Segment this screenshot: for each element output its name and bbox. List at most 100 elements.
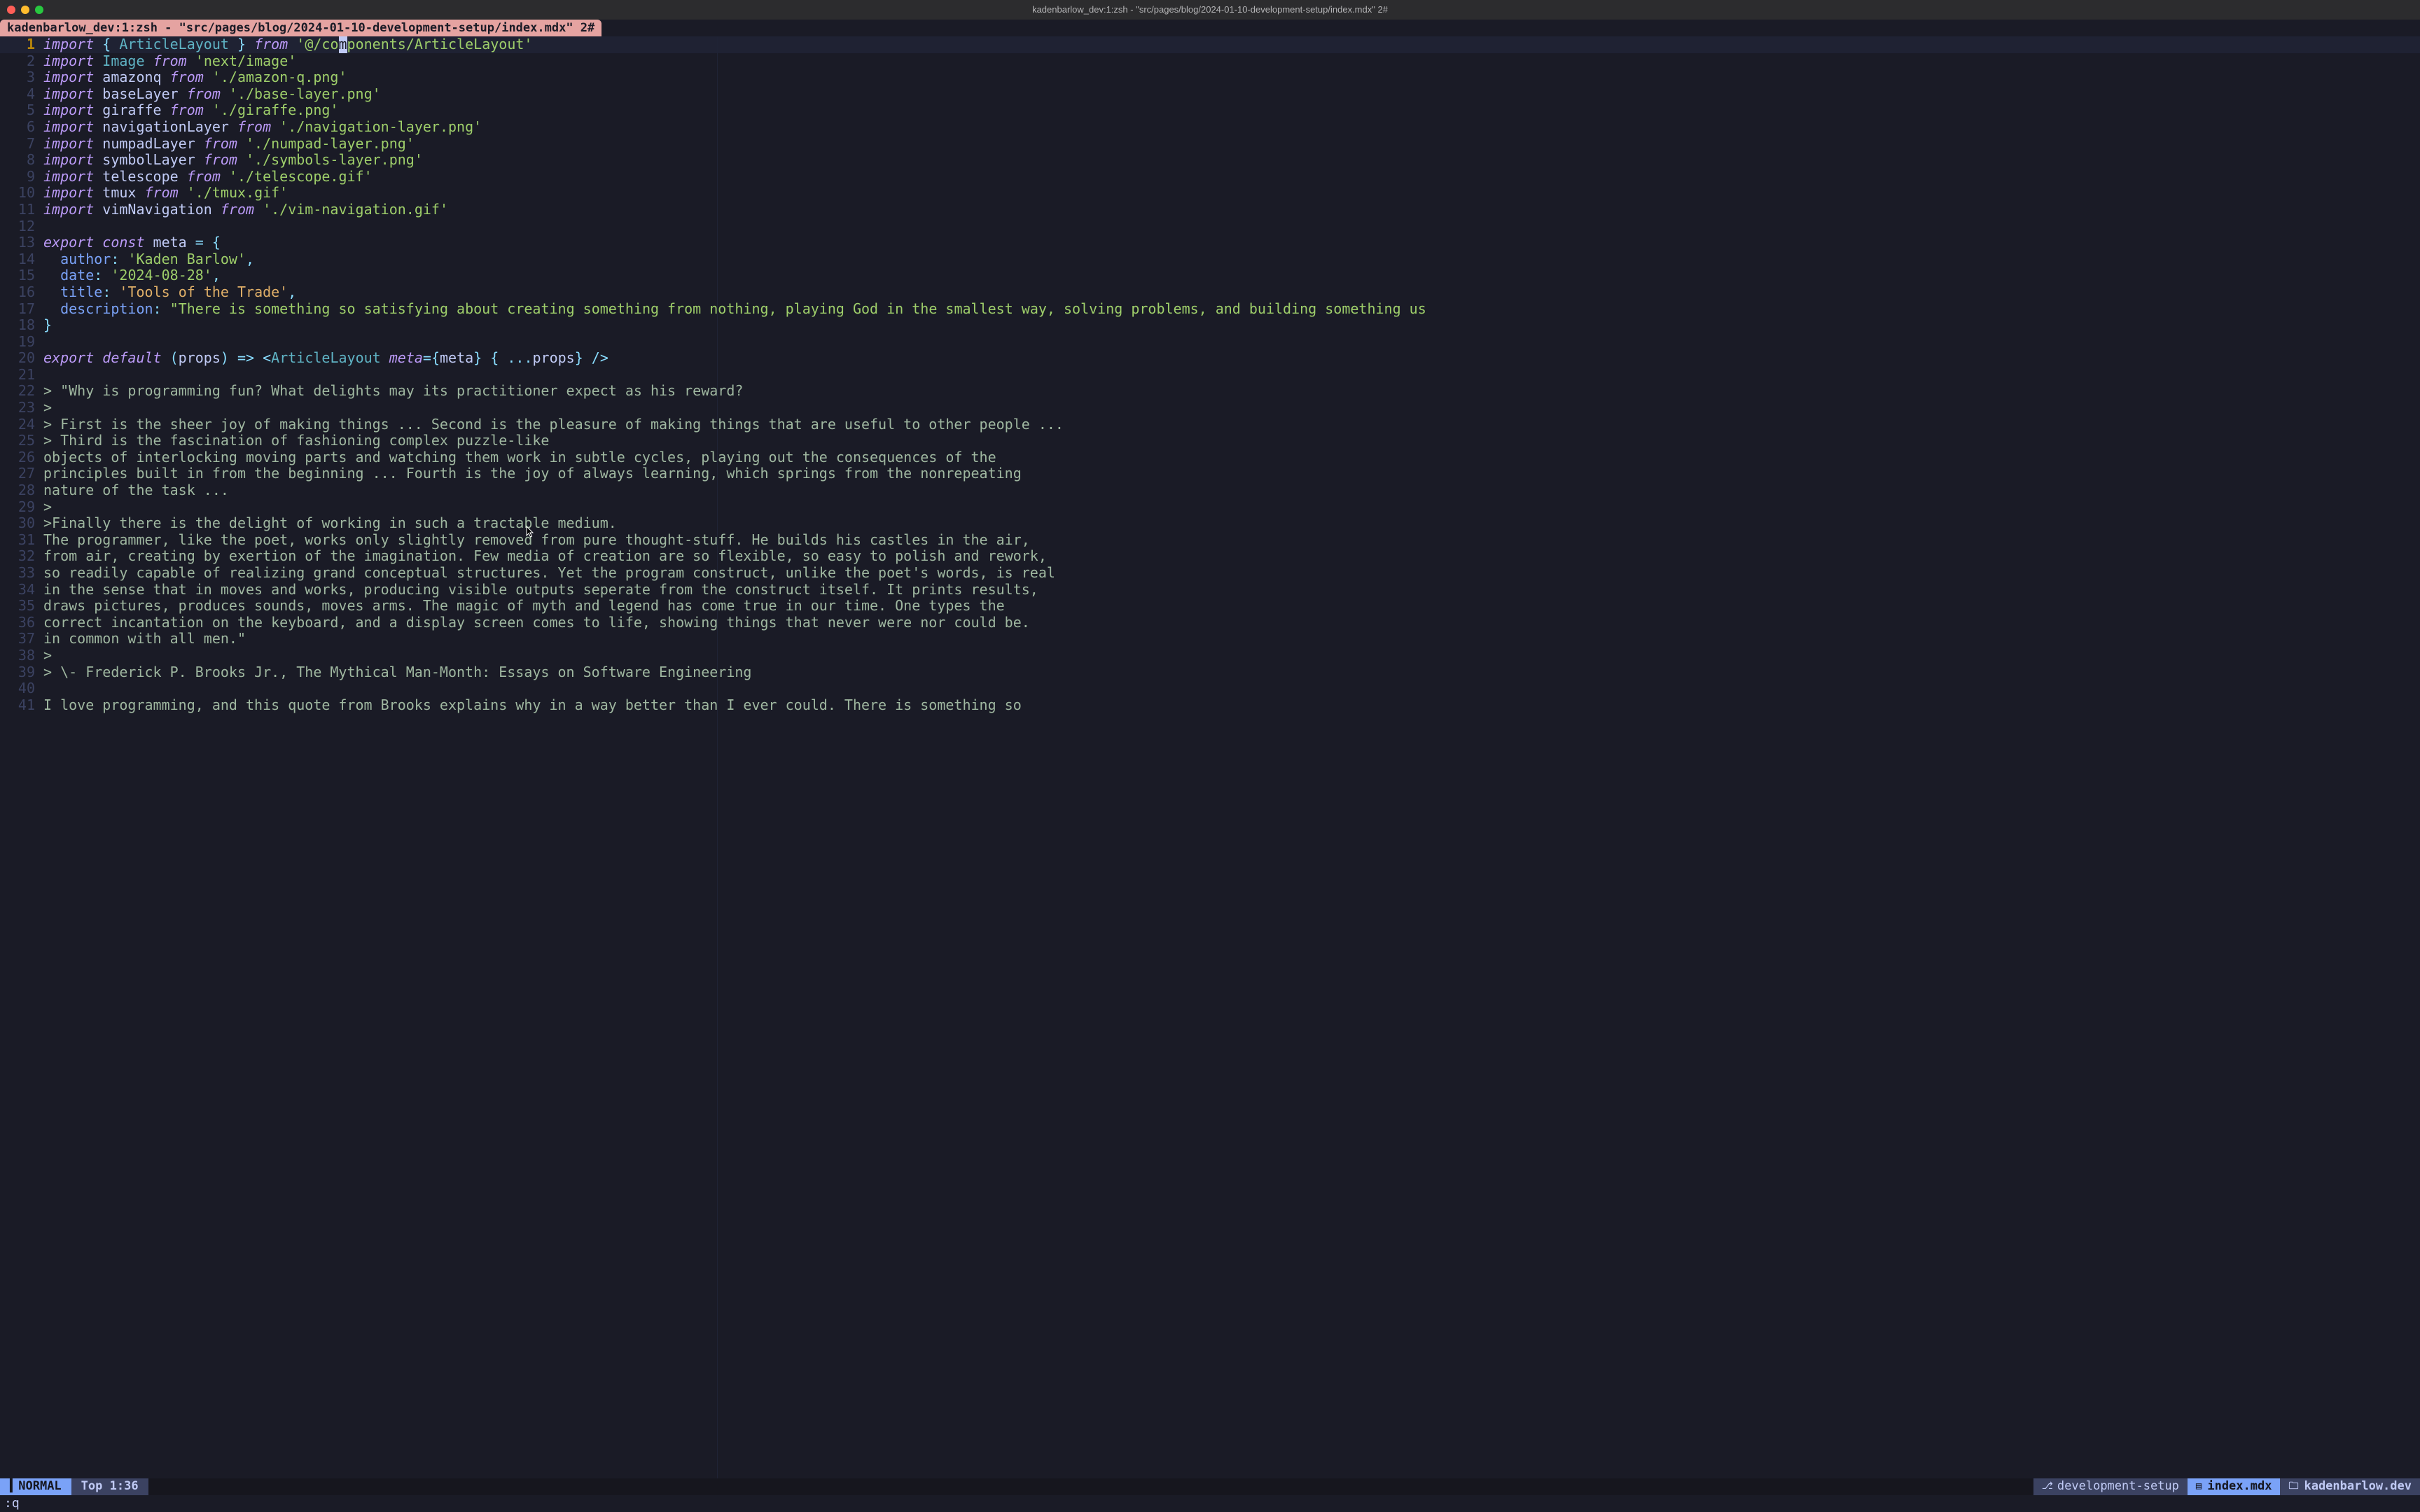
- code-line[interactable]: 38>: [0, 648, 2420, 664]
- command-line[interactable]: :q: [0, 1495, 2420, 1512]
- git-branch-icon: ⎇: [2042, 1478, 2053, 1495]
- code-line[interactable]: 19: [0, 334, 2420, 351]
- code-line[interactable]: 33so readily capable of realizing grand …: [0, 565, 2420, 582]
- status-line: NORMAL Top 1:36 ⎇ development-setup ▤ in…: [0, 1478, 2420, 1495]
- code-line[interactable]: 29>: [0, 499, 2420, 516]
- minimize-icon[interactable]: [21, 6, 29, 14]
- maximize-icon[interactable]: [35, 6, 43, 14]
- buffer-inactive[interactable]: 🗀 kadenbarlow.dev: [2280, 1478, 2420, 1495]
- code-line[interactable]: 20export default (props) => <ArticleLayo…: [0, 350, 2420, 367]
- tmux-active-window[interactable]: kadenbarlow_dev:1:zsh - "src/pages/blog/…: [0, 20, 601, 36]
- code-line[interactable]: 9import telescope from './telescope.gif': [0, 169, 2420, 186]
- line-number: 16: [0, 284, 43, 301]
- code-content: so readily capable of realizing grand co…: [43, 565, 2420, 582]
- code-content: }: [43, 317, 2420, 334]
- code-line[interactable]: 22> "Why is programming fun? What deligh…: [0, 383, 2420, 400]
- buffer-inactive-name: kadenbarlow.dev: [2304, 1478, 2412, 1495]
- code-line[interactable]: 37in common with all men.": [0, 631, 2420, 648]
- code-content: from air, creating by exertion of the im…: [43, 548, 2420, 565]
- code-line[interactable]: 15 date: '2024-08-28',: [0, 267, 2420, 284]
- code-line[interactable]: 25> Third is the fascination of fashioni…: [0, 433, 2420, 449]
- code-line[interactable]: 41I love programming, and this quote fro…: [0, 697, 2420, 714]
- code-line[interactable]: 21: [0, 367, 2420, 384]
- code-line[interactable]: 17 description: "There is something so s…: [0, 301, 2420, 318]
- line-number: 30: [0, 515, 43, 532]
- line-number: 6: [0, 119, 43, 136]
- code-editor[interactable]: 1import { ArticleLayout } from '@/compon…: [0, 36, 2420, 1478]
- close-icon[interactable]: [7, 6, 15, 14]
- code-content: >Finally there is the delight of working…: [43, 515, 2420, 532]
- code-content: import navigationLayer from './navigatio…: [43, 119, 2420, 136]
- line-number: 32: [0, 548, 43, 565]
- window-title: kadenbarlow_dev:1:zsh - "src/pages/blog/…: [0, 1, 2420, 18]
- code-line[interactable]: 31The programmer, like the poet, works o…: [0, 532, 2420, 549]
- code-line[interactable]: 13export const meta = {: [0, 234, 2420, 251]
- code-line[interactable]: 30>Finally there is the delight of worki…: [0, 515, 2420, 532]
- line-number: 10: [0, 185, 43, 202]
- traffic-lights: [7, 6, 43, 14]
- code-line[interactable]: 1import { ArticleLayout } from '@/compon…: [0, 36, 2420, 53]
- line-number: 22: [0, 383, 43, 400]
- code-line[interactable]: 23>: [0, 400, 2420, 416]
- line-number: 37: [0, 631, 43, 648]
- code-content: [43, 680, 2420, 697]
- line-number: 39: [0, 664, 43, 681]
- code-line[interactable]: 36correct incantation on the keyboard, a…: [0, 615, 2420, 631]
- code-line[interactable]: 12: [0, 218, 2420, 235]
- code-content: [43, 334, 2420, 351]
- line-number: 5: [0, 102, 43, 119]
- code-content: description: "There is something so sati…: [43, 301, 2420, 318]
- code-line[interactable]: 8import symbolLayer from './symbols-laye…: [0, 152, 2420, 169]
- buffer-active[interactable]: ▤ index.mdx: [2188, 1478, 2281, 1495]
- window-titlebar: kadenbarlow_dev:1:zsh - "src/pages/blog/…: [0, 0, 2420, 20]
- code-line[interactable]: 4import baseLayer from './base-layer.png…: [0, 86, 2420, 103]
- code-line[interactable]: 27principles built in from the beginning…: [0, 465, 2420, 482]
- code-content: import vimNavigation from './vim-navigat…: [43, 202, 2420, 218]
- code-line[interactable]: 34in the sense that in moves and works, …: [0, 582, 2420, 598]
- code-line[interactable]: 2import Image from 'next/image': [0, 53, 2420, 70]
- code-content: principles built in from the beginning .…: [43, 465, 2420, 482]
- code-content: objects of interlocking moving parts and…: [43, 449, 2420, 466]
- line-number: 27: [0, 465, 43, 482]
- code-line[interactable]: 11import vimNavigation from './vim-navig…: [0, 202, 2420, 218]
- code-content: draws pictures, produces sounds, moves a…: [43, 598, 2420, 615]
- line-number: 31: [0, 532, 43, 549]
- code-line[interactable]: 6import navigationLayer from './navigati…: [0, 119, 2420, 136]
- code-line[interactable]: 32from air, creating by exertion of the …: [0, 548, 2420, 565]
- code-line[interactable]: 18}: [0, 317, 2420, 334]
- code-content: import giraffe from './giraffe.png': [43, 102, 2420, 119]
- code-line[interactable]: 16 title: 'Tools of the Trade',: [0, 284, 2420, 301]
- code-line[interactable]: 5import giraffe from './giraffe.png': [0, 102, 2420, 119]
- code-content: [43, 218, 2420, 235]
- code-line[interactable]: 3import amazonq from './amazon-q.png': [0, 69, 2420, 86]
- line-number: 7: [0, 136, 43, 153]
- line-number: 19: [0, 334, 43, 351]
- code-content: in common with all men.": [43, 631, 2420, 648]
- line-number: 18: [0, 317, 43, 334]
- line-number: 11: [0, 202, 43, 218]
- code-content: export default (props) => <ArticleLayout…: [43, 350, 2420, 367]
- code-line[interactable]: 39> \- Frederick P. Brooks Jr., The Myth…: [0, 664, 2420, 681]
- line-number: 8: [0, 152, 43, 169]
- code-line[interactable]: 14 author: 'Kaden Barlow',: [0, 251, 2420, 268]
- code-line[interactable]: 24> First is the sheer joy of making thi…: [0, 416, 2420, 433]
- line-number: 24: [0, 416, 43, 433]
- code-line[interactable]: 26objects of interlocking moving parts a…: [0, 449, 2420, 466]
- code-content: in the sense that in moves and works, pr…: [43, 582, 2420, 598]
- line-number: 13: [0, 234, 43, 251]
- code-line[interactable]: 10import tmux from './tmux.gif': [0, 185, 2420, 202]
- code-line[interactable]: 40: [0, 680, 2420, 697]
- code-line[interactable]: 7import numpadLayer from './numpad-layer…: [0, 136, 2420, 153]
- code-line[interactable]: 28nature of the task ...: [0, 482, 2420, 499]
- code-content: import telescope from './telescope.gif': [43, 169, 2420, 186]
- line-number: 34: [0, 582, 43, 598]
- tmux-status-bar: kadenbarlow_dev:1:zsh - "src/pages/blog/…: [0, 20, 2420, 36]
- line-number: 38: [0, 648, 43, 664]
- code-content: nature of the task ...: [43, 482, 2420, 499]
- code-line[interactable]: 35draws pictures, produces sounds, moves…: [0, 598, 2420, 615]
- code-content: correct incantation on the keyboard, and…: [43, 615, 2420, 631]
- line-number: 14: [0, 251, 43, 268]
- line-number: 29: [0, 499, 43, 516]
- text-cursor: m: [339, 36, 347, 53]
- line-number: 23: [0, 400, 43, 416]
